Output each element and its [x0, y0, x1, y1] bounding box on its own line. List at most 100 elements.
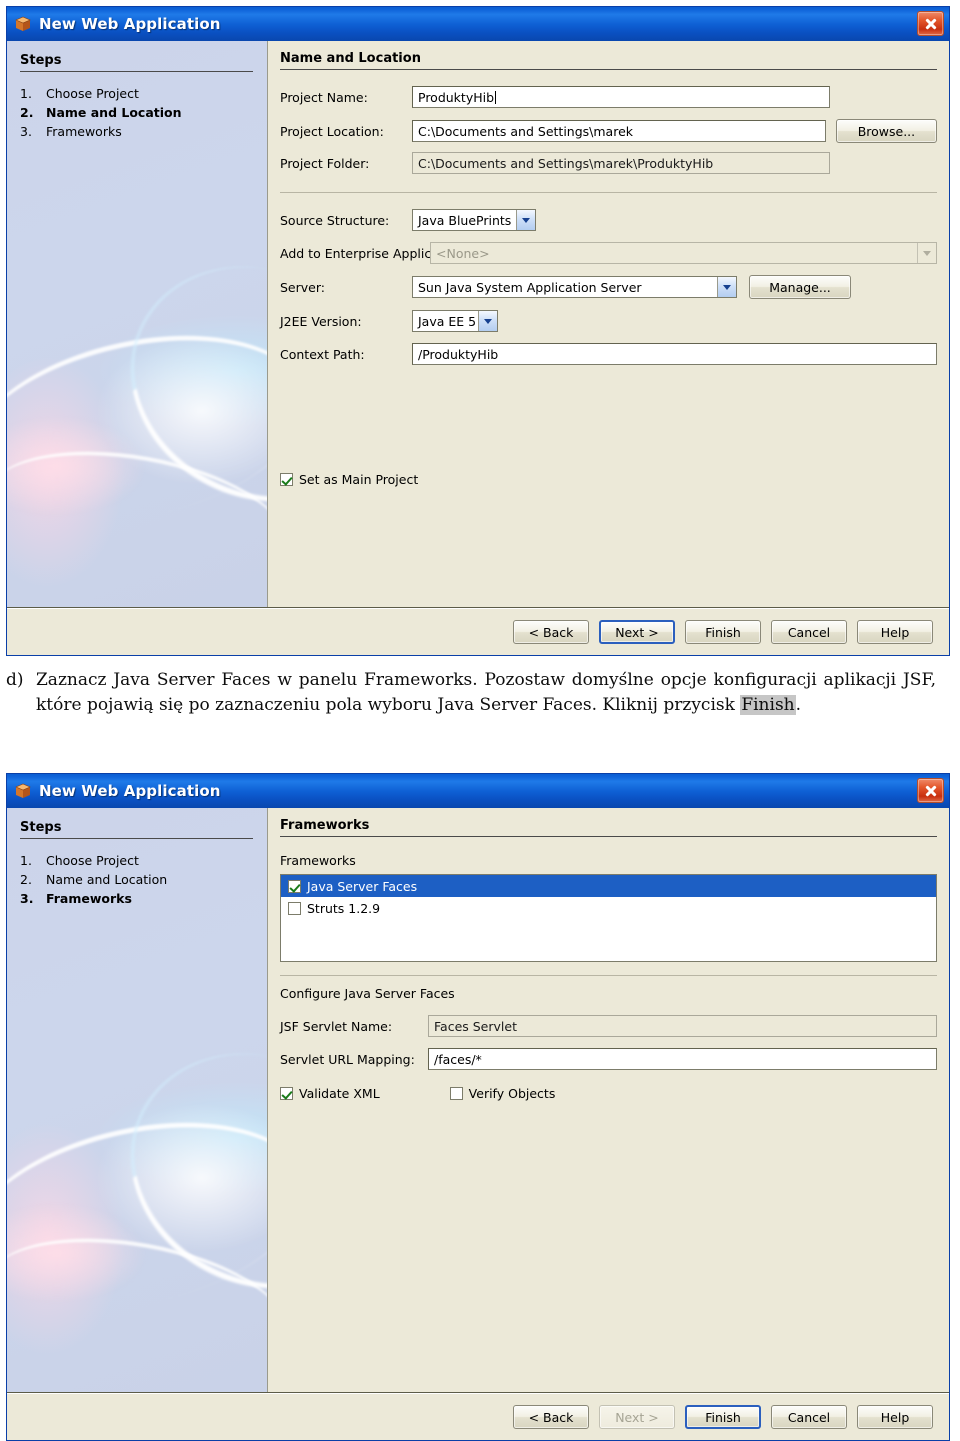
project-folder-value: C:\Documents and Settings\marek\Produkty… [412, 152, 830, 174]
j2ee-version-value: Java EE 5 [418, 313, 477, 329]
finish-button[interactable]: Finish [685, 620, 761, 644]
context-path-label: Context Path: [280, 346, 365, 362]
instruction-highlight: Finish [740, 694, 796, 715]
dialog1-title: New Web Application [39, 15, 221, 33]
list-marker: d) [6, 670, 24, 690]
chevron-down-icon[interactable] [717, 277, 736, 297]
wallpaper-glow [7, 1203, 147, 1303]
dialog2-titlebar[interactable]: New Web Application [7, 774, 949, 808]
instruction-text-end: . [795, 694, 802, 715]
wallpaper-swirl-2 [89, 1009, 267, 1333]
dialog2-steps-pane: Steps 1. Choose Project 2. Name and Loca… [7, 808, 268, 1392]
framework-label: Java Server Faces [307, 878, 418, 894]
checkbox-icon[interactable] [280, 473, 293, 486]
context-path-input[interactable]: /ProduktyHib [412, 343, 937, 365]
step-number: 2. [20, 105, 34, 120]
enterprise-application-value: <None> [436, 245, 490, 261]
step-number: 1. [20, 86, 32, 101]
help-button[interactable]: Help [857, 620, 933, 644]
step-number: 3. [20, 124, 32, 139]
list-item[interactable]: Struts 1.2.9 [281, 897, 936, 919]
steps-heading: Steps [20, 820, 253, 839]
close-icon[interactable] [917, 11, 944, 36]
j2ee-version-row: J2EE Version: Java EE 5 [280, 310, 937, 332]
cancel-button[interactable]: Cancel [771, 1405, 847, 1429]
sidebar-item-frameworks: 3. Frameworks [20, 123, 253, 141]
source-structure-value: Java BluePrints [418, 212, 512, 228]
servlet-url-mapping-row: Servlet URL Mapping: /faces/* [280, 1048, 937, 1070]
sidebar-item-choose-project: 1. Choose Project [20, 852, 253, 870]
server-label: Server: [280, 279, 325, 295]
help-button[interactable]: Help [857, 1405, 933, 1429]
step-label: Choose Project [46, 86, 139, 101]
chevron-down-icon [917, 243, 936, 263]
project-location-row: Project Location: C:\Documents and Setti… [280, 119, 937, 143]
manage-button[interactable]: Manage... [749, 275, 851, 299]
close-icon[interactable] [917, 778, 944, 803]
sidebar-item-name-and-location: 2. Name and Location [20, 871, 253, 889]
step-label: Name and Location [46, 872, 168, 887]
sidebar-item-choose-project: 1. Choose Project [20, 85, 253, 103]
project-location-label: Project Location: [280, 123, 384, 139]
back-button[interactable]: < Back [513, 1405, 589, 1429]
source-structure-row: Source Structure: Java BluePrints [280, 209, 937, 231]
next-button: Next > [599, 1405, 675, 1429]
finish-button[interactable]: Finish [685, 1405, 761, 1429]
browse-button[interactable]: Browse... [835, 119, 937, 143]
wallpaper-glow [7, 416, 147, 516]
project-name-row: Project Name: ProduktyHib [280, 86, 937, 108]
set-as-main-project-checkbox[interactable]: Set as Main Project [280, 472, 937, 487]
list-item[interactable]: Java Server Faces [281, 875, 936, 897]
wallpaper-swirl-1 [7, 307, 267, 550]
dialog2-button-bar: < Back Next > Finish Cancel Help [7, 1393, 949, 1440]
checkbox-icon[interactable] [288, 879, 301, 893]
dialog1-button-bar: < Back Next > Finish Cancel Help [7, 608, 949, 655]
context-path-row: Context Path: /ProduktyHib [280, 343, 937, 365]
step-label: Frameworks [46, 891, 132, 906]
cancel-button[interactable]: Cancel [771, 620, 847, 644]
page-title: Frameworks [280, 818, 937, 837]
checkbox-icon[interactable] [449, 1087, 463, 1100]
chevron-down-icon[interactable] [478, 311, 497, 331]
project-location-input[interactable]: C:\Documents and Settings\marek [412, 120, 826, 142]
new-web-application-dialog-2: New Web Application Steps 1. Choose Proj… [6, 773, 950, 1441]
enterprise-application-label: Add to Enterprise Application: [280, 245, 468, 261]
j2ee-version-select[interactable]: Java EE 5 [412, 310, 498, 332]
jsf-servlet-name-value: Faces Servlet [428, 1015, 937, 1037]
step-number: 3. [20, 891, 34, 906]
step-label: Choose Project [46, 853, 139, 868]
checkbox-icon[interactable] [280, 1087, 293, 1100]
project-name-label: Project Name: [280, 89, 368, 105]
wallpaper-swirl-3 [7, 1217, 267, 1392]
back-button[interactable]: < Back [513, 620, 589, 644]
text-caret [495, 91, 497, 104]
verify-objects-label: Verify Objects [468, 1086, 556, 1101]
wallpaper-swirl-2 [89, 222, 267, 546]
framework-label: Struts 1.2.9 [307, 900, 381, 916]
checkbox-icon[interactable] [288, 901, 301, 915]
validate-xml-checkbox[interactable]: Validate XML [280, 1086, 380, 1101]
instruction-paragraph: d) Zaznacz Java Server Faces w panelu Fr… [6, 668, 936, 717]
configure-jsf-heading: Configure Java Server Faces [280, 986, 455, 1001]
page-title: Name and Location [280, 51, 937, 70]
app-box-icon [14, 782, 32, 800]
wallpaper-swirl-3 [7, 430, 267, 606]
wallpaper-swirl-1 [7, 1094, 267, 1337]
section-divider [280, 192, 937, 193]
step-label: Frameworks [46, 124, 122, 139]
section-divider [280, 975, 937, 976]
frameworks-list[interactable]: Java Server Faces Struts 1.2.9 [280, 874, 937, 962]
chevron-down-icon[interactable] [516, 210, 535, 230]
verify-objects-checkbox[interactable]: Verify Objects [449, 1086, 556, 1101]
set-as-main-project-label: Set as Main Project [299, 472, 419, 487]
dialog1-content-pane: Name and Location Project Name: Produkty… [268, 41, 949, 607]
dialog1-titlebar[interactable]: New Web Application [7, 7, 949, 41]
project-name-input[interactable]: ProduktyHib [412, 86, 830, 108]
app-box-icon [14, 15, 32, 33]
steps-heading: Steps [20, 53, 253, 72]
server-select[interactable]: Sun Java System Application Server [412, 276, 737, 298]
jsf-servlet-name-label: JSF Servlet Name: [280, 1018, 393, 1034]
next-button[interactable]: Next > [599, 620, 675, 644]
source-structure-select[interactable]: Java BluePrints [412, 209, 536, 231]
servlet-url-mapping-input[interactable]: /faces/* [428, 1048, 937, 1070]
